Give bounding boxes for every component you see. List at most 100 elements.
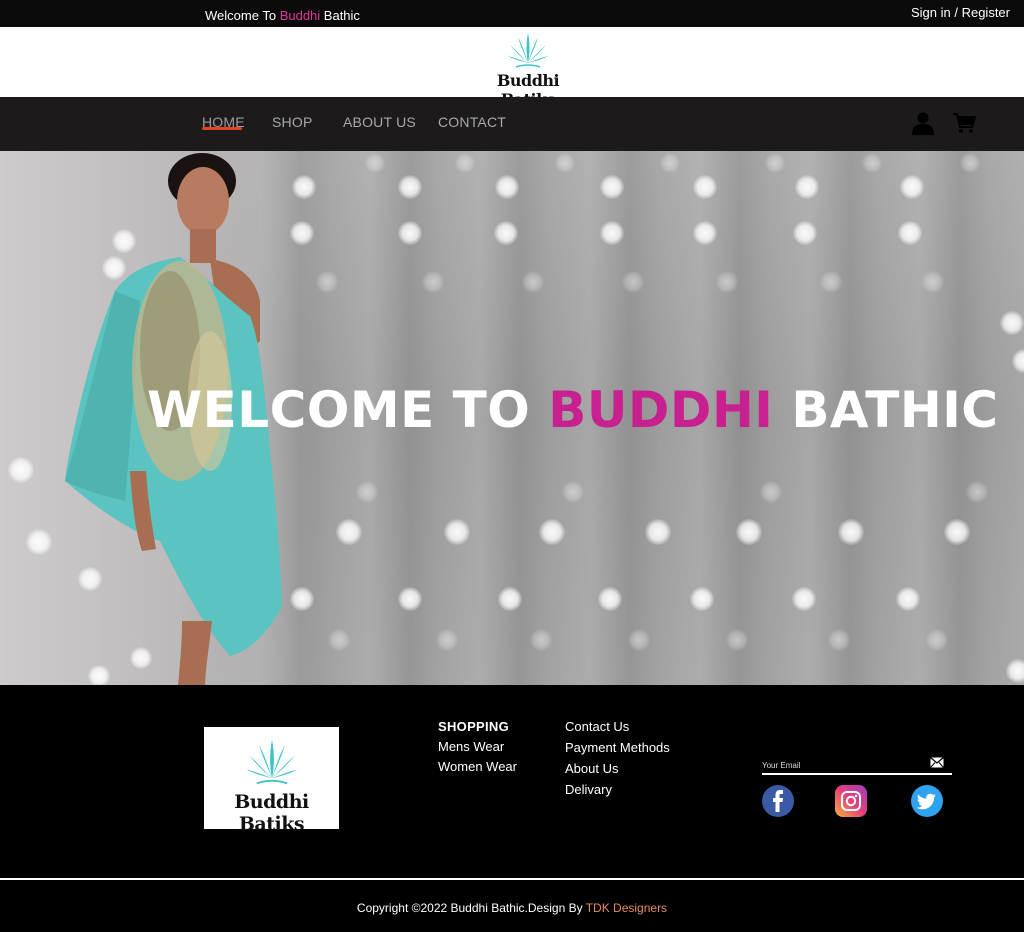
bokeh-light bbox=[1000, 311, 1024, 335]
footer-brand-name: Buddhi Batiks bbox=[234, 791, 309, 835]
bokeh-light bbox=[900, 175, 924, 199]
welcome-message: Welcome To Buddhi Bathic bbox=[205, 8, 360, 23]
bokeh-light bbox=[522, 271, 544, 293]
bokeh-light bbox=[896, 587, 920, 611]
footer-link-women-wear[interactable]: Women Wear bbox=[438, 759, 517, 774]
bokeh-light bbox=[598, 587, 622, 611]
brand-logo[interactable]: Buddhi Batiks bbox=[472, 29, 584, 109]
bokeh-light bbox=[736, 519, 762, 545]
bokeh-light bbox=[530, 629, 552, 651]
bokeh-light bbox=[8, 457, 34, 483]
bokeh-light bbox=[356, 481, 378, 503]
top-bar: Welcome To Buddhi Bathic Sign in / Regis… bbox=[0, 0, 1024, 27]
bokeh-light bbox=[365, 153, 385, 173]
hero-title: WELCOME TO BUDDHI BATHIC bbox=[147, 381, 999, 439]
newsletter-email bbox=[762, 755, 952, 775]
bokeh-light bbox=[398, 175, 422, 199]
nav-active-underline bbox=[202, 127, 242, 130]
bokeh-light bbox=[562, 481, 584, 503]
footer-link-delivary[interactable]: Delivary bbox=[565, 782, 670, 797]
footer: Buddhi Batiks SHOPPING Mens Wear Women W… bbox=[0, 685, 1024, 932]
bokeh-light bbox=[926, 629, 948, 651]
bokeh-light bbox=[944, 519, 970, 545]
bokeh-light bbox=[693, 175, 717, 199]
lotus-logo-icon bbox=[246, 740, 297, 785]
bokeh-light bbox=[765, 153, 785, 173]
bokeh-light bbox=[316, 271, 338, 293]
bokeh-light bbox=[960, 153, 980, 173]
hero-banner: WELCOME TO BUDDHI BATHIC bbox=[0, 151, 1024, 685]
bokeh-light bbox=[498, 587, 522, 611]
bokeh-light bbox=[495, 175, 519, 199]
footer-link-payment-methods[interactable]: Payment Methods bbox=[565, 740, 670, 755]
twitter-glyph bbox=[916, 793, 936, 810]
bokeh-light bbox=[494, 221, 518, 245]
nav-item-shop[interactable]: SHOP bbox=[272, 114, 312, 130]
bokeh-light bbox=[555, 153, 575, 173]
bokeh-light bbox=[862, 153, 882, 173]
bokeh-light bbox=[793, 221, 817, 245]
bokeh-light bbox=[26, 529, 52, 555]
bokeh-light bbox=[792, 587, 816, 611]
user-icon[interactable] bbox=[911, 111, 935, 135]
nav-item-contact[interactable]: CONTACT bbox=[438, 114, 506, 130]
bokeh-light bbox=[898, 221, 922, 245]
bokeh-light bbox=[444, 519, 470, 545]
footer-link-about-us[interactable]: About Us bbox=[565, 761, 670, 776]
bokeh-light bbox=[1006, 659, 1024, 683]
welcome-prefix: Welcome To bbox=[205, 8, 277, 23]
bokeh-light bbox=[455, 153, 475, 173]
bokeh-light bbox=[398, 221, 422, 245]
bokeh-light bbox=[660, 153, 680, 173]
footer-divider bbox=[0, 878, 1024, 880]
bokeh-light bbox=[838, 519, 864, 545]
hero-title-prefix: WELCOME TO bbox=[147, 381, 531, 439]
welcome-accent: Buddhi bbox=[279, 8, 321, 23]
facebook-icon[interactable] bbox=[762, 785, 794, 817]
bokeh-light bbox=[336, 519, 362, 545]
bokeh-light bbox=[1012, 349, 1024, 373]
mail-send-icon[interactable] bbox=[930, 757, 944, 768]
cart-icon[interactable] bbox=[952, 111, 976, 135]
bokeh-light bbox=[716, 271, 738, 293]
bokeh-light bbox=[795, 175, 819, 199]
bokeh-light bbox=[290, 587, 314, 611]
copyright-notice: Copyright ©2022 Buddhi Bathic.Design By … bbox=[0, 901, 1024, 915]
bokeh-light bbox=[292, 175, 316, 199]
bokeh-light bbox=[828, 629, 850, 651]
hero-title-accent: BUDDHI bbox=[548, 381, 774, 439]
instagram-glyph bbox=[841, 791, 861, 811]
designer-link[interactable]: TDK Designers bbox=[586, 901, 667, 915]
bokeh-light bbox=[966, 481, 988, 503]
instagram-icon[interactable] bbox=[835, 785, 867, 817]
bokeh-light bbox=[622, 271, 644, 293]
bokeh-light bbox=[600, 175, 624, 199]
welcome-suffix: Bathic bbox=[323, 8, 360, 23]
bokeh-light bbox=[645, 519, 671, 545]
lotus-logo-icon bbox=[508, 33, 548, 68]
footer-shopping-heading: SHOPPING bbox=[438, 719, 510, 734]
footer-info-column: Contact Us Payment Methods About Us Deli… bbox=[565, 719, 670, 803]
bokeh-light bbox=[628, 629, 650, 651]
signin-register-link[interactable]: Sign in / Register bbox=[911, 5, 1010, 20]
bokeh-light bbox=[922, 271, 944, 293]
footer-link-mens-wear[interactable]: Mens Wear bbox=[438, 739, 517, 754]
bokeh-light bbox=[290, 221, 314, 245]
bokeh-light bbox=[726, 629, 748, 651]
footer-link-contact-us[interactable]: Contact Us bbox=[565, 719, 670, 734]
bokeh-light bbox=[539, 519, 565, 545]
bokeh-light bbox=[398, 587, 422, 611]
bokeh-light bbox=[422, 271, 444, 293]
footer-shopping-column: SHOPPING Mens Wear Women Wear bbox=[438, 719, 517, 779]
copyright-middle: 2022 Buddhi Bathic.Design By bbox=[420, 901, 583, 915]
hero-title-suffix: BATHIC bbox=[791, 381, 999, 439]
bokeh-light bbox=[693, 221, 717, 245]
nav-item-about-us[interactable]: ABOUT US bbox=[343, 114, 416, 130]
twitter-icon[interactable] bbox=[911, 785, 943, 817]
bokeh-light bbox=[436, 629, 458, 651]
bokeh-light bbox=[328, 629, 350, 651]
bokeh-light bbox=[820, 271, 842, 293]
email-input[interactable] bbox=[762, 761, 922, 770]
bokeh-light bbox=[600, 221, 624, 245]
footer-logo[interactable]: Buddhi Batiks bbox=[204, 727, 339, 835]
